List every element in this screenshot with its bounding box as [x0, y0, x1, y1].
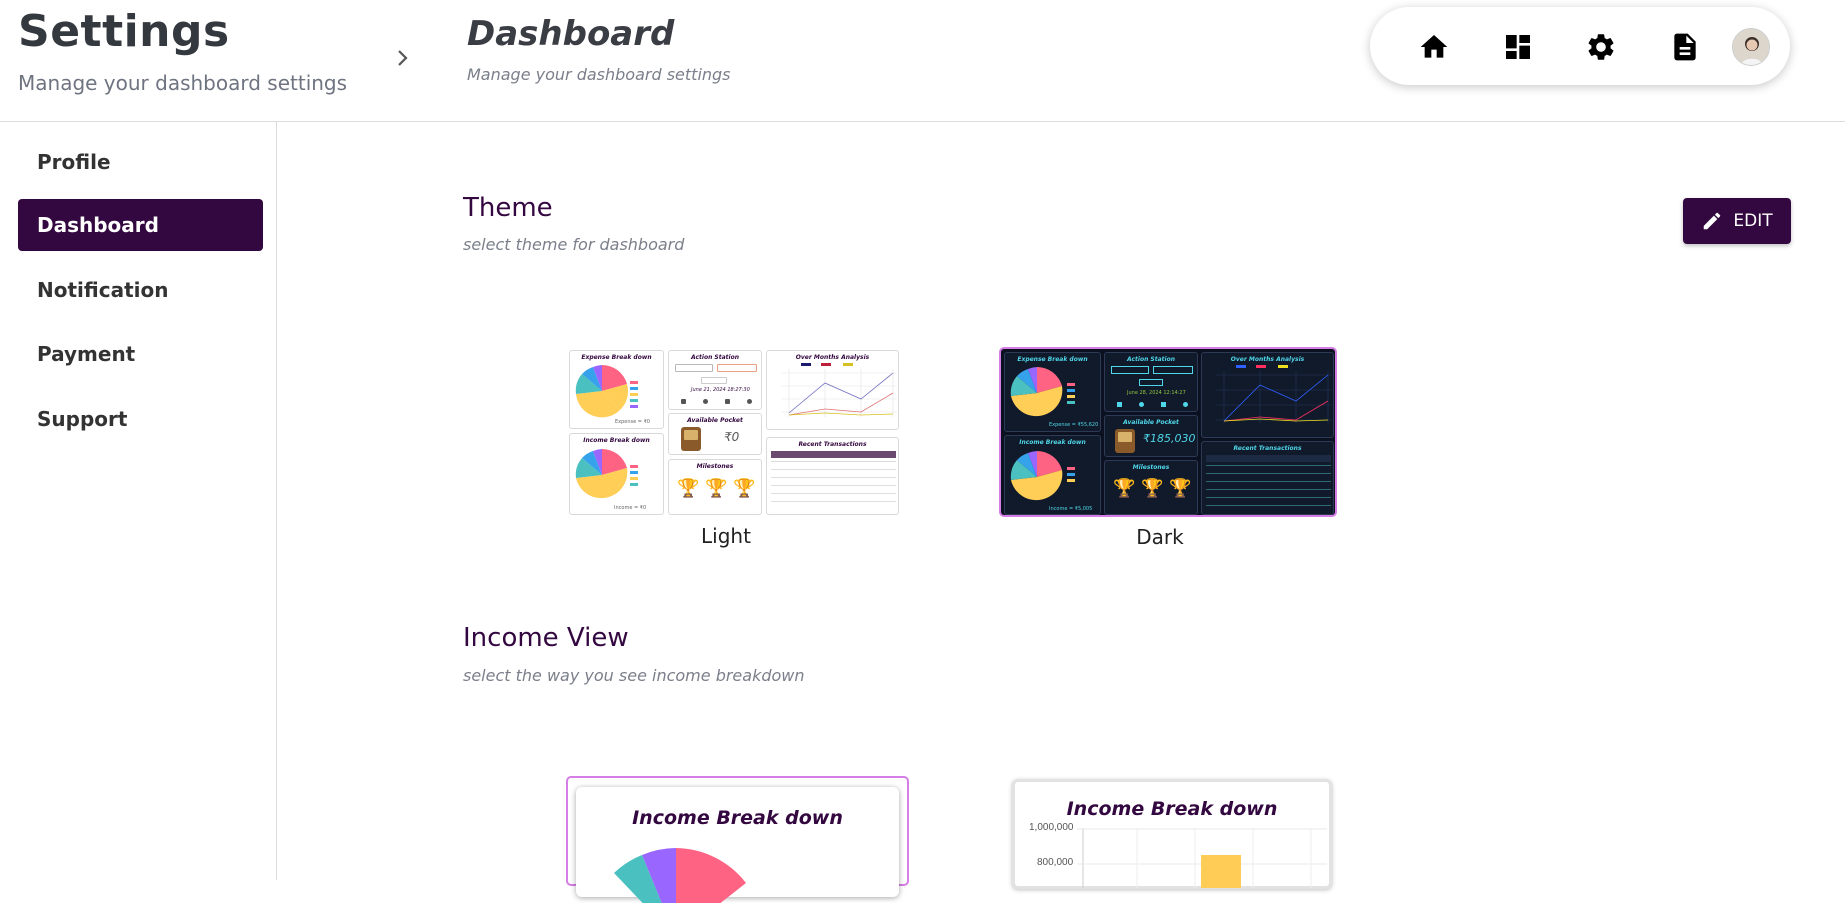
- preview-expense-title: Expense Break down: [581, 354, 652, 361]
- settings-title: Settings: [18, 6, 230, 57]
- preview-transactions-title: Recent Transactions: [798, 441, 867, 448]
- sidebar-item-support[interactable]: Support: [18, 393, 263, 445]
- dashboard-icon: [1506, 35, 1530, 59]
- pencil-icon: [1704, 212, 1721, 230]
- preview-dark-transactions-panel: Recent Transactions: [1201, 441, 1334, 515]
- income-bar-card-title: Income Break down: [1066, 798, 1278, 820]
- preview-dark-line-chart: [1216, 371, 1332, 423]
- chevron-right-icon: [398, 50, 408, 66]
- preview-pocket-title: Available Pocket: [687, 417, 743, 424]
- theme-option-light[interactable]: Expense Break down Expense = ₹0 Income B…: [569, 350, 899, 515]
- income-view-title: Income View: [463, 623, 629, 653]
- avatar[interactable]: [1732, 28, 1770, 66]
- income-bar: [1201, 855, 1241, 888]
- preview-expense-pie: [575, 365, 629, 418]
- preview-dark-expense-title: Expense Break down: [1017, 356, 1088, 363]
- preview-income-panel: Income Break down Income = ₹0: [569, 433, 664, 515]
- preview-dark-pocket-panel: Available Pocket ₹185,030: [1104, 415, 1198, 457]
- preview-dark-expense-total: Expense = ₹55,620: [1049, 422, 1099, 428]
- preview-dark-action-panel: Action Station June 28, 2024 12:14:27: [1104, 352, 1198, 412]
- preview-expense-total: Expense = ₹0: [615, 419, 650, 425]
- preview-dark-expense-pie: [1010, 367, 1063, 417]
- income-pie-card: Income Break down: [576, 787, 899, 903]
- theme-subtitle: select theme for dashboard: [463, 235, 685, 254]
- preview-dark-income-total: Income = ₹5,005: [1049, 506, 1093, 512]
- income-view-option-bar[interactable]: Income Break down 1,000,000 800,000: [1012, 779, 1332, 889]
- top-navigation: [1370, 7, 1790, 85]
- preview-pocket-value: ₹0: [724, 430, 740, 444]
- gear-icon: [1588, 34, 1614, 60]
- theme-title: Theme: [463, 193, 553, 223]
- income-pie-chart: [614, 848, 746, 903]
- preview-income-title: Income Break down: [583, 437, 650, 444]
- preview-dark-action-title: Action Station: [1127, 356, 1175, 363]
- preview-expense-panel: Expense Break down Expense = ₹0: [569, 350, 664, 429]
- preview-action-title: Action Station: [691, 354, 739, 361]
- dashboard-button[interactable]: [1500, 29, 1536, 65]
- document-icon: [1674, 33, 1696, 61]
- preview-pocket-panel: Available Pocket ₹0: [668, 413, 762, 455]
- avatar-image: [1733, 29, 1769, 65]
- home-button[interactable]: [1416, 29, 1452, 65]
- preview-income-pie: [575, 449, 628, 499]
- preview-transactions-panel: Recent Transactions: [766, 437, 899, 515]
- income-bar-chart: [1077, 828, 1327, 888]
- preview-milestones-title: Milestones: [696, 463, 734, 470]
- preview-line-chart: [781, 369, 897, 417]
- preview-dark-transactions-title: Recent Transactions: [1233, 445, 1302, 452]
- bar-axis-tick-800000: 800,000: [1037, 857, 1074, 868]
- edit-label: EDIT: [1733, 211, 1773, 231]
- theme-light-label[interactable]: Light: [646, 524, 806, 548]
- income-view-subtitle: select the way you see income breakdown: [463, 666, 805, 685]
- preview-dark-pocket-title: Available Pocket: [1123, 419, 1179, 426]
- preview-analysis-title: Over Months Analysis: [795, 354, 870, 361]
- preview-dark-analysis-title: Over Months Analysis: [1230, 356, 1305, 363]
- bar-axis-tick-1000000: 1,000,000: [1029, 822, 1074, 833]
- preview-dark-analysis-panel: Over Months Analysis: [1201, 352, 1334, 438]
- page-title: Dashboard: [467, 14, 675, 54]
- sidebar-item-profile[interactable]: Profile: [18, 136, 263, 188]
- preview-dark-pocket-value: ₹185,030: [1143, 432, 1196, 445]
- preview-dark-income-panel: Income Break down Income = ₹5,005: [1004, 435, 1101, 515]
- sidebar-item-dashboard[interactable]: Dashboard: [18, 199, 263, 251]
- preview-dark-date: June 28, 2024 12:14:27: [1127, 390, 1186, 396]
- settings-subtitle: Manage your dashboard settings: [18, 71, 348, 95]
- theme-option-dark[interactable]: Expense Break down Expense = ₹55,620 Inc…: [999, 347, 1337, 517]
- preview-milestones-panel: Milestones 🏆 🏆 🏆: [668, 459, 762, 515]
- header: Settings Manage your dashboard settings …: [0, 0, 1845, 122]
- home-icon: [1420, 35, 1448, 58]
- sidebar-item-notification[interactable]: Notification: [18, 264, 263, 316]
- preview-dark-income-pie: [1010, 451, 1063, 501]
- preview-dark-milestones-panel: Milestones 🏆 🏆 🏆: [1104, 460, 1198, 515]
- preview-action-panel: Action Station June 21, 2024 18:27:30: [668, 350, 762, 410]
- preview-income-total: Income = ₹0: [614, 505, 647, 511]
- reports-button[interactable]: [1667, 29, 1703, 65]
- preview-analysis-panel: Over Months Analysis: [766, 350, 899, 430]
- income-view-option-pie[interactable]: Income Break down: [566, 776, 909, 903]
- sidebar-item-payment[interactable]: Payment: [18, 328, 263, 380]
- sidebar: Profile Dashboard Notification Payment S…: [0, 122, 277, 880]
- theme-dark-label[interactable]: Dark: [1080, 525, 1240, 549]
- preview-dark-milestones-title: Milestones: [1132, 464, 1170, 471]
- preview-dark-expense-panel: Expense Break down Expense = ₹55,620: [1004, 352, 1101, 432]
- preview-dark-income-title: Income Break down: [1019, 439, 1086, 446]
- preview-date: June 21, 2024 18:27:30: [691, 387, 750, 393]
- settings-button[interactable]: [1583, 29, 1619, 65]
- income-pie-card-title: Income Break down: [632, 807, 843, 829]
- page-subtitle: Manage your dashboard settings: [467, 65, 731, 84]
- edit-button[interactable]: EDIT: [1683, 198, 1791, 244]
